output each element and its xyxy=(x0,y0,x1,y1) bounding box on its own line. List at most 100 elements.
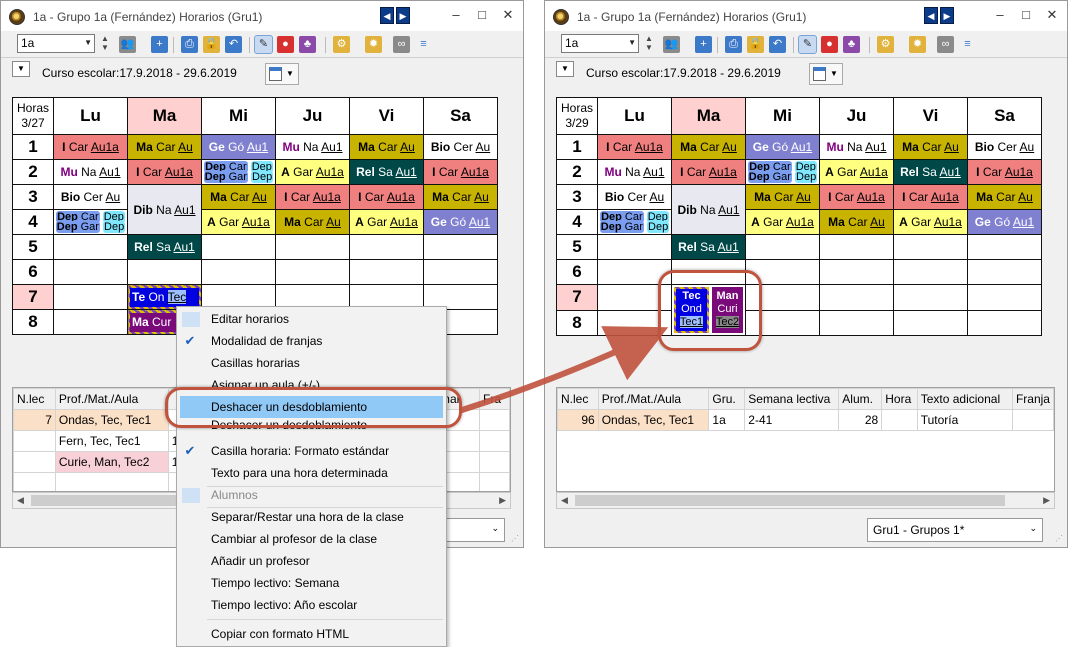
undo-icon[interactable]: ↶ xyxy=(769,36,786,53)
view-menu-button[interactable]: ▼ xyxy=(12,61,30,77)
lesson-cell[interactable]: Ma Car Au xyxy=(275,209,350,235)
horizontal-scrollbar[interactable]: ◀ ▶ xyxy=(556,492,1055,509)
undo-icon[interactable]: ↶ xyxy=(225,36,242,53)
lesson-cell[interactable]: A Gar Au1a xyxy=(893,209,968,235)
day-header[interactable]: Lu xyxy=(53,97,128,135)
day-header[interactable]: Ju xyxy=(275,97,350,135)
day-header[interactable]: Ma xyxy=(671,97,746,135)
title-bar[interactable]: 1a - Grupo 1a (Fernández) Horarios (Gru1… xyxy=(545,1,1067,31)
lesson-cell[interactable]: Mu Na Au1 xyxy=(819,134,894,160)
pin-icon[interactable]: ● xyxy=(277,36,294,53)
lesson-cell[interactable]: Ma Car Au xyxy=(967,184,1042,210)
people-icon[interactable]: ♣ xyxy=(299,36,316,53)
lesson-cell[interactable]: Mu Na Au1 xyxy=(53,159,128,185)
menu-item-add-teacher[interactable]: Añadir un profesor xyxy=(177,550,446,572)
title-bar[interactable]: 1a - Grupo 1a (Fernández) Horarios (Gru1… xyxy=(1,1,523,31)
lesson-cell[interactable]: I Car Au1a xyxy=(597,134,672,160)
list-icon[interactable]: ≡ xyxy=(415,36,432,53)
empty-cell[interactable] xyxy=(53,309,128,335)
menu-item-cell-format[interactable]: ✔ Casilla horaria: Formato estándar xyxy=(177,440,446,462)
day-header[interactable]: Mi xyxy=(745,97,820,135)
lesson-cell[interactable]: I Car Au1a xyxy=(893,184,968,210)
day-header[interactable]: Ju xyxy=(819,97,894,135)
lesson-cell[interactable]: Bio Cer Au xyxy=(597,184,672,210)
lesson-cell[interactable]: A Gar Au1a xyxy=(745,209,820,235)
print-icon[interactable]: ⎙ xyxy=(725,36,742,53)
menu-item-week-time[interactable]: Tiempo lectivo: Semana xyxy=(177,572,446,594)
lesson-cell[interactable]: A Gar Au1a xyxy=(349,209,424,235)
lock-icon[interactable]: 🔒 xyxy=(747,36,764,53)
calendar-button[interactable]: ▼ xyxy=(809,63,843,85)
close-icon[interactable]: ✕ xyxy=(1045,8,1059,23)
menu-item-band-mode[interactable]: ✔ Modalidad de franjas xyxy=(177,330,446,352)
lesson-cell[interactable]: Rel Sa Au1 xyxy=(671,234,746,260)
day-header[interactable]: Ma xyxy=(127,97,202,135)
resize-grip-icon[interactable]: ⋰ xyxy=(1055,534,1063,543)
lesson-cell[interactable]: Ma Car Au xyxy=(127,134,202,160)
scroll-left-icon[interactable]: ◀ xyxy=(561,495,568,506)
empty-cell[interactable] xyxy=(349,259,424,285)
day-header[interactable]: Mi xyxy=(201,97,276,135)
edit-icon[interactable]: ✎ xyxy=(798,35,817,54)
scroll-right-icon[interactable]: ▶ xyxy=(1043,495,1050,506)
lesson-cell[interactable]: Ge Gó Au1 xyxy=(201,134,276,160)
binoculars-icon[interactable]: ∞ xyxy=(937,36,954,53)
empty-cell[interactable] xyxy=(967,234,1042,260)
next-icon[interactable]: ▶ xyxy=(940,7,954,24)
settings-icon[interactable]: ⚙ xyxy=(877,36,894,53)
lesson-cell[interactable]: Bio Cer Au xyxy=(53,184,128,210)
lesson-cell[interactable]: Ma Car Au xyxy=(349,134,424,160)
empty-cell[interactable] xyxy=(201,259,276,285)
empty-cell[interactable] xyxy=(819,309,894,336)
list-icon[interactable]: ≡ xyxy=(959,36,976,53)
users-icon[interactable]: 👥 xyxy=(119,36,136,53)
lesson-cell[interactable]: I Car Au1a xyxy=(671,159,746,185)
binoculars-icon[interactable]: ∞ xyxy=(393,36,410,53)
new-window-icon[interactable]: + xyxy=(151,36,168,53)
close-icon[interactable]: ✕ xyxy=(501,8,515,23)
column-header[interactable]: Franja xyxy=(1011,388,1054,410)
empty-cell[interactable] xyxy=(967,259,1042,285)
column-header[interactable]: Prof./Mat./Aula xyxy=(597,388,710,410)
lesson-cell[interactable]: Ge Gó Au1 xyxy=(967,209,1042,235)
column-header[interactable]: Prof./Mat./Aula xyxy=(54,388,169,410)
spin-icon[interactable]: ▲ ▼ xyxy=(101,34,109,52)
column-header[interactable]: N.lec xyxy=(13,388,56,410)
lesson-cell[interactable]: I Car Au1a xyxy=(275,184,350,210)
empty-cell[interactable] xyxy=(893,259,968,285)
lesson-cell[interactable]: I Car Au1a xyxy=(819,184,894,210)
lesson-cell[interactable]: Ma Car Au xyxy=(745,184,820,210)
group-select[interactable]: Gru1 - Grupos 1* ⌄ xyxy=(867,518,1043,542)
table-row[interactable]: 96 Ondas, Tec, Tec1 1a 2-41 28 Tutoría xyxy=(557,409,1054,431)
column-header[interactable]: Alum. xyxy=(838,388,883,410)
lesson-cell[interactable]: Dep Car Dep Dep Gar Dep xyxy=(745,159,820,185)
settings-icon[interactable]: ⚙ xyxy=(333,36,350,53)
lesson-cell[interactable]: A Gar Au1a xyxy=(275,159,350,185)
menu-item-time-slots[interactable]: Casillas horarias xyxy=(177,352,446,374)
people-icon[interactable]: ♣ xyxy=(843,36,860,53)
menu-item-edit-timetables[interactable]: Editar horarios xyxy=(177,308,446,330)
menu-item-assign-room[interactable]: Asignar un aula (+/-) xyxy=(177,374,446,388)
users-icon[interactable]: 👥 xyxy=(663,36,680,53)
lesson-cell[interactable]: I Car Au1a xyxy=(53,134,128,160)
lesson-cell[interactable]: I Car Au1a xyxy=(127,159,202,185)
previous-icon[interactable]: ◀ xyxy=(380,7,394,24)
menu-item-text-for-hour[interactable]: Texto para una hora determinada xyxy=(177,462,446,484)
lesson-cell[interactable]: I Car Au1a xyxy=(349,184,424,210)
empty-cell[interactable] xyxy=(423,259,498,285)
column-header[interactable]: Gru. xyxy=(708,388,746,410)
lesson-cell[interactable]: Dib Na Au1 xyxy=(127,184,202,235)
scroll-thumb[interactable] xyxy=(31,495,181,506)
empty-cell[interactable] xyxy=(819,234,894,260)
lesson-cell[interactable]: Rel Sa Au1 xyxy=(127,234,202,260)
lesson-cell[interactable]: Dep Car Dep Dep Gar Dep xyxy=(597,209,672,235)
lesson-cell[interactable]: I Car Au1a xyxy=(423,159,498,185)
class-combo[interactable]: 1a ▼ xyxy=(561,34,639,53)
print-icon[interactable]: ⎙ xyxy=(181,36,198,53)
scroll-right-icon[interactable]: ▶ xyxy=(499,495,506,506)
column-header[interactable]: Fra xyxy=(479,388,510,410)
empty-cell[interactable] xyxy=(893,284,968,311)
empty-cell[interactable] xyxy=(893,309,968,336)
menu-item-year-time[interactable]: Tiempo lectivo: Año escolar xyxy=(177,594,446,616)
empty-cell[interactable] xyxy=(597,234,672,260)
